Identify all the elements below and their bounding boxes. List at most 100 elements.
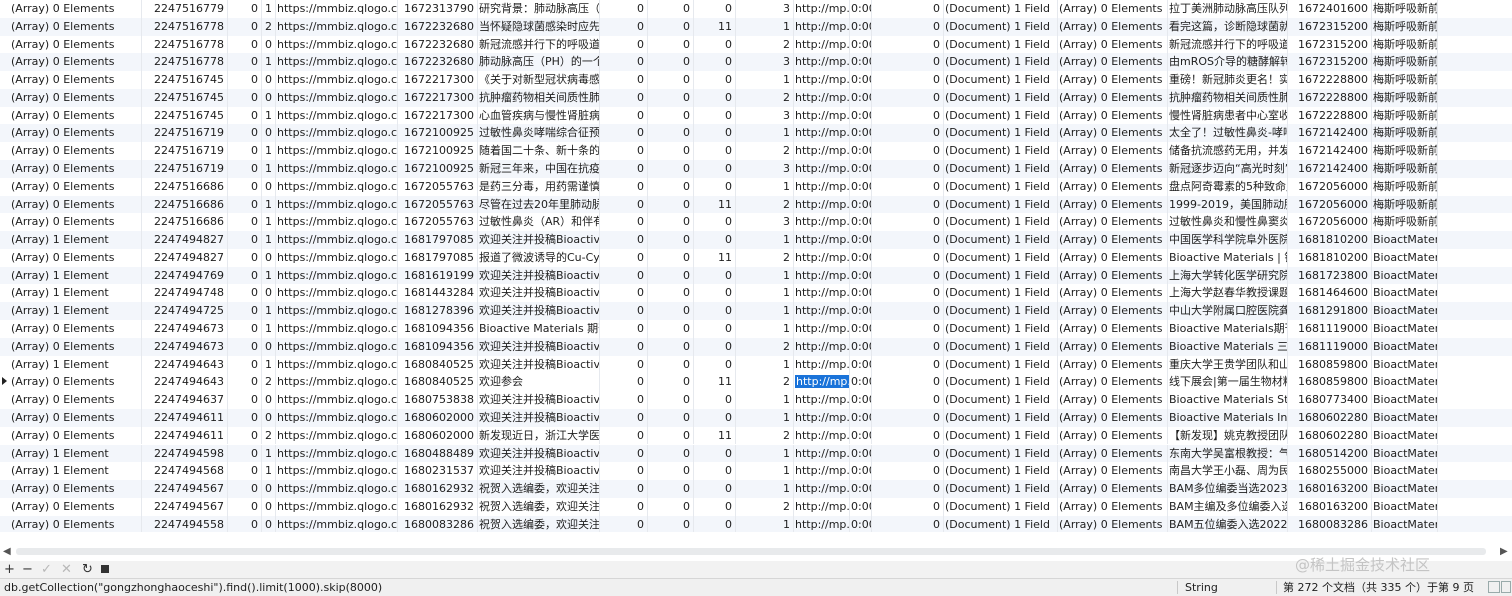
plus-icon[interactable]: + <box>4 561 15 578</box>
cell-pos[interactable]: 2 <box>736 35 794 54</box>
cell-url[interactable]: http://mp.w <box>794 302 850 321</box>
cell-source[interactable]: 梅斯呼吸新前沿 <box>1372 71 1438 89</box>
cell-doc[interactable]: (Document) 1 Field <box>944 160 1058 178</box>
cell-create-time[interactable]: 1672100925 <box>398 160 478 178</box>
cell-title[interactable]: 新冠逐步迈向“高光时刻”， <box>1168 160 1288 178</box>
cell-url[interactable]: http://mp.w <box>794 71 850 89</box>
cell-cover-url[interactable]: https://mmbiz.qlogo.cn/m <box>276 426 398 445</box>
cell-create-time[interactable]: 1672100925 <box>398 142 478 160</box>
cell-n1[interactable]: 0 <box>600 408 648 427</box>
cell-doc[interactable]: (Document) 1 Field <box>944 142 1058 160</box>
cell-pos[interactable]: 2 <box>736 142 794 160</box>
cell-doc[interactable]: (Document) 1 Field <box>944 391 1058 409</box>
cell-array-a[interactable]: (Array) 0 Elements <box>10 142 142 160</box>
table-row[interactable]: (Array) 0 Elements 2247494673 0 0 https://mm… <box>0 337 1512 356</box>
cell-n2[interactable]: 0 <box>648 444 694 463</box>
cell-title[interactable]: 看完这篇，诊断隐球菌就会 <box>1168 17 1288 36</box>
cell-duration[interactable]: 0:00 <box>850 284 872 303</box>
cell-url[interactable]: http://mp.w <box>794 355 850 374</box>
cell-duration[interactable]: 0:00 <box>850 462 872 481</box>
cell-n2[interactable]: 0 <box>648 88 694 107</box>
cell-flag[interactable]: 0 <box>228 231 262 249</box>
cell-doc[interactable]: (Document) 1 Field <box>944 426 1058 445</box>
cell-n1[interactable]: 0 <box>600 88 648 107</box>
cell-title[interactable]: 储备抗流感药无用，并发症椎 <box>1168 142 1288 160</box>
cell-idx[interactable]: 1 <box>262 53 276 72</box>
cell-cover-url[interactable]: https://mmbiz.qlogo.cn/m <box>276 53 398 72</box>
cell-n4[interactable]: 0 <box>872 462 944 481</box>
cell-n4[interactable]: 0 <box>872 124 944 143</box>
cell-digest[interactable]: 欢迎关注并投稿Bioactive M <box>478 302 600 321</box>
cell-create-time[interactable]: 1681797085 <box>398 248 478 267</box>
cell-doc[interactable]: (Document) 1 Field <box>944 408 1058 427</box>
cell-idx[interactable]: 1 <box>262 213 276 232</box>
cell-digest[interactable]: 欢迎关注并投稿Bioactive M <box>478 284 600 303</box>
cell-n4[interactable]: 0 <box>872 373 944 392</box>
cell-id[interactable]: 2247494827 <box>142 248 228 267</box>
scrollbar-thumb[interactable] <box>16 548 1486 555</box>
cell-n1[interactable]: 0 <box>600 231 648 249</box>
table-row[interactable]: (Array) 0 Elements 2247494611 0 2 https://mm… <box>0 426 1512 445</box>
cell-duration[interactable]: 0:00 <box>850 177 872 196</box>
cell-id[interactable]: 2247494598 <box>142 444 228 463</box>
cell-array-a[interactable]: (Array) 0 Elements <box>10 160 142 178</box>
cell-id[interactable]: 2247494748 <box>142 284 228 303</box>
cell-pos[interactable]: 2 <box>736 248 794 267</box>
cell-duration[interactable]: 0:00 <box>850 444 872 463</box>
table-row[interactable]: (Array) 0 Elements 2247494643 0 2 https://mm… <box>0 373 1512 392</box>
cell-source[interactable]: BioactMaterials <box>1372 373 1438 392</box>
cell-flag[interactable]: 0 <box>228 177 262 196</box>
cell-array-b[interactable]: (Array) 0 Elements <box>1058 302 1168 321</box>
cell-doc[interactable]: (Document) 1 Field <box>944 53 1058 72</box>
cell-digest[interactable]: 新发现近日，浙江大学医学院 <box>478 426 600 445</box>
cell-digest[interactable]: 是药三分毒，用药需谨慎。通 <box>478 177 600 196</box>
table-row[interactable]: (Array) 0 Elements 2247494567 0 0 https://mm… <box>0 480 1512 498</box>
cell-duration[interactable]: 0:00 <box>850 248 872 267</box>
cell-digest[interactable]: 祝贺入选编委，欢迎关注并投 <box>478 515 600 532</box>
table-row[interactable]: (Array) 1 Element 2247494769 0 1 https://mmb… <box>0 266 1512 285</box>
cell-flag[interactable]: 0 <box>228 408 262 427</box>
cell-array-a[interactable]: (Array) 0 Elements <box>10 373 142 392</box>
cell-create-time[interactable]: 1681094356 <box>398 337 478 356</box>
horizontal-scrollbar[interactable]: ◀ ▶ <box>0 543 1512 561</box>
cell-doc[interactable]: (Document) 1 Field <box>944 444 1058 463</box>
cell-n2[interactable]: 0 <box>648 373 694 392</box>
cell-n1[interactable]: 0 <box>600 71 648 89</box>
cell-array-b[interactable]: (Array) 0 Elements <box>1058 426 1168 445</box>
cell-n2[interactable]: 0 <box>648 0 694 18</box>
cell-pos[interactable]: 1 <box>736 177 794 196</box>
cell-n4[interactable]: 0 <box>872 160 944 178</box>
cell-n3[interactable]: 0 <box>694 106 736 125</box>
cell-create-time[interactable]: 1681443284 <box>398 284 478 303</box>
cell-create-time[interactable]: 1681797085 <box>398 231 478 249</box>
cell-update-time[interactable]: 1672056000 <box>1288 195 1372 214</box>
cell-n1[interactable]: 0 <box>600 142 648 160</box>
table-row[interactable]: (Array) 0 Elements 2247516745 0 0 https://mm… <box>0 71 1512 89</box>
cell-update-time[interactable]: 1672228800 <box>1288 88 1372 107</box>
cell-doc[interactable]: (Document) 1 Field <box>944 497 1058 516</box>
cell-update-time[interactable]: 1672142400 <box>1288 124 1372 143</box>
cell-title[interactable]: Bioactive Materials 三位青年 <box>1168 337 1288 356</box>
cell-flag[interactable]: 0 <box>228 480 262 498</box>
cell-n2[interactable]: 0 <box>648 284 694 303</box>
cell-n2[interactable]: 0 <box>648 391 694 409</box>
cell-n4[interactable]: 0 <box>872 106 944 125</box>
cell-flag[interactable]: 0 <box>228 71 262 89</box>
cell-array-b[interactable]: (Array) 0 Elements <box>1058 17 1168 36</box>
cell-idx[interactable]: 1 <box>262 106 276 125</box>
cell-id[interactable]: 2247494643 <box>142 373 228 392</box>
cell-idx[interactable]: 1 <box>262 302 276 321</box>
cell-digest[interactable]: 肺动脉高压（PH）的一个显 <box>478 53 600 72</box>
cell-id[interactable]: 2247516686 <box>142 213 228 232</box>
cell-pos[interactable]: 2 <box>736 88 794 107</box>
cell-pos[interactable]: 3 <box>736 53 794 72</box>
cell-n3[interactable]: 0 <box>694 213 736 232</box>
cell-source[interactable]: BioactMaterials <box>1372 515 1438 532</box>
cell-cover-url[interactable]: https://mmbiz.qlogo.cn/m <box>276 160 398 178</box>
cell-array-a[interactable]: (Array) 0 Elements <box>10 0 142 18</box>
cell-source[interactable]: BioactMaterials <box>1372 337 1438 356</box>
cell-array-b[interactable]: (Array) 0 Elements <box>1058 53 1168 72</box>
cell-array-b[interactable]: (Array) 0 Elements <box>1058 391 1168 409</box>
table-row[interactable]: (Array) 0 Elements 2247516778 0 0 https://mm… <box>0 35 1512 54</box>
cell-title[interactable]: 过敏性鼻炎和慢性鼻窦炎患者 <box>1168 213 1288 232</box>
